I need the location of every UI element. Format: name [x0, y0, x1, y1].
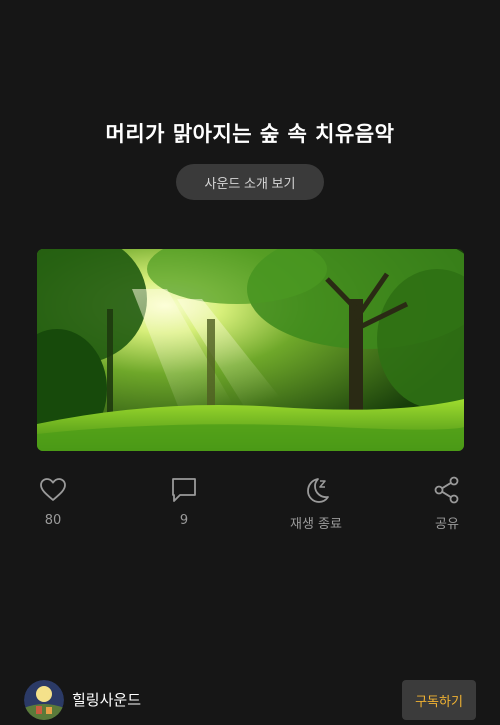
- forest-image: [37, 249, 464, 451]
- avatar-icon: [24, 680, 64, 720]
- share-icon: [434, 476, 459, 504]
- app-screen: 머리가 맑아지는 숲 속 치유음악 사운드 소개 보기 80 9 재생 종료 공…: [0, 0, 500, 725]
- sleep-timer-button[interactable]: 재생 종료: [266, 475, 366, 532]
- subscribe-button[interactable]: 구독하기: [402, 680, 476, 720]
- comment-button[interactable]: 9: [134, 475, 234, 528]
- heart-icon: [40, 478, 66, 501]
- share-button[interactable]: 공유: [397, 475, 497, 532]
- channel-avatar[interactable]: [24, 680, 64, 720]
- sleep-timer-label: 재생 종료: [290, 517, 342, 532]
- like-count: 80: [44, 513, 62, 528]
- comment-count: 9: [179, 513, 189, 528]
- hero-image: [37, 249, 464, 451]
- action-bar: 80 9 재생 종료 공유: [0, 475, 500, 535]
- comment-icon: [172, 478, 196, 502]
- moon-sleep-icon: [307, 478, 329, 503]
- page-title: 머리가 맑아지는 숲 속 치유음악: [105, 122, 395, 146]
- channel-name[interactable]: 힐링사운드: [72, 689, 141, 710]
- share-label: 공유: [435, 517, 459, 532]
- channel-footer: 힐링사운드 구독하기: [0, 678, 500, 722]
- sound-intro-button[interactable]: 사운드 소개 보기: [176, 164, 324, 200]
- like-button[interactable]: 80: [3, 475, 103, 528]
